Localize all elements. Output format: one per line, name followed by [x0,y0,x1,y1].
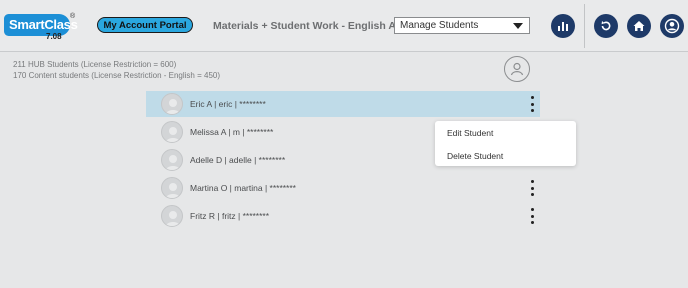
dropdown-selected-value: Manage Students [400,20,479,31]
refresh-button[interactable] [594,14,618,38]
student-row[interactable]: Fritz R | fritz | ******** [146,203,540,229]
student-label: Martina O | martina | ******** [190,183,296,193]
bar-chart-icon [558,22,568,31]
student-context-menu: Edit Student Delete Student [435,121,576,166]
edit-student-menu-item[interactable]: Edit Student [447,128,493,138]
user-avatar-icon [165,183,181,198]
account-button[interactable] [660,14,684,38]
account-icon [664,18,680,34]
content-students-count: 170 Content students (License Restrictio… [13,71,221,80]
reports-button[interactable] [551,14,575,38]
avatar [161,177,183,199]
avatar [161,93,183,115]
home-icon [633,21,645,31]
more-options-icon[interactable] [528,180,536,196]
refresh-icon [601,21,611,31]
student-row[interactable]: Eric A | eric | ******** [146,91,540,117]
user-avatar-icon [165,155,181,170]
more-options-icon[interactable] [528,96,536,112]
avatar [161,205,183,227]
user-avatar-icon [165,127,181,142]
top-bar: SmartClass ® 7.08 My Account Portal Mate… [0,0,688,52]
delete-student-menu-item[interactable]: Delete Student [447,151,503,161]
page-title: Materials + Student Work - English A2 [213,20,402,32]
student-label: Eric A | eric | ******** [190,99,266,109]
user-icon [510,62,524,76]
student-label: Adelle D | adelle | ******** [190,155,286,165]
logo-version: 7.08 [46,32,62,41]
user-avatar-icon [165,211,181,226]
avatar [161,121,183,143]
user-avatar-icon [165,99,181,114]
my-account-portal-button[interactable]: My Account Portal [97,17,193,33]
home-button[interactable] [627,14,651,38]
logo-text: SmartClass [9,17,78,32]
avatar [161,149,183,171]
manage-students-dropdown[interactable]: Manage Students [394,17,530,34]
license-stats: 211 HUB Students (License Restriction = … [13,59,220,81]
student-label: Fritz R | fritz | ******** [190,211,270,221]
hub-students-count: 211 HUB Students (License Restriction = … [13,60,177,69]
header-divider [584,4,585,48]
student-label: Melissa A | m | ******** [190,127,274,137]
add-student-button[interactable] [504,56,530,82]
registered-mark: ® [70,13,76,20]
more-options-icon[interactable] [528,208,536,224]
student-row[interactable]: Martina O | martina | ******** [146,175,540,201]
chevron-down-icon [513,23,523,29]
